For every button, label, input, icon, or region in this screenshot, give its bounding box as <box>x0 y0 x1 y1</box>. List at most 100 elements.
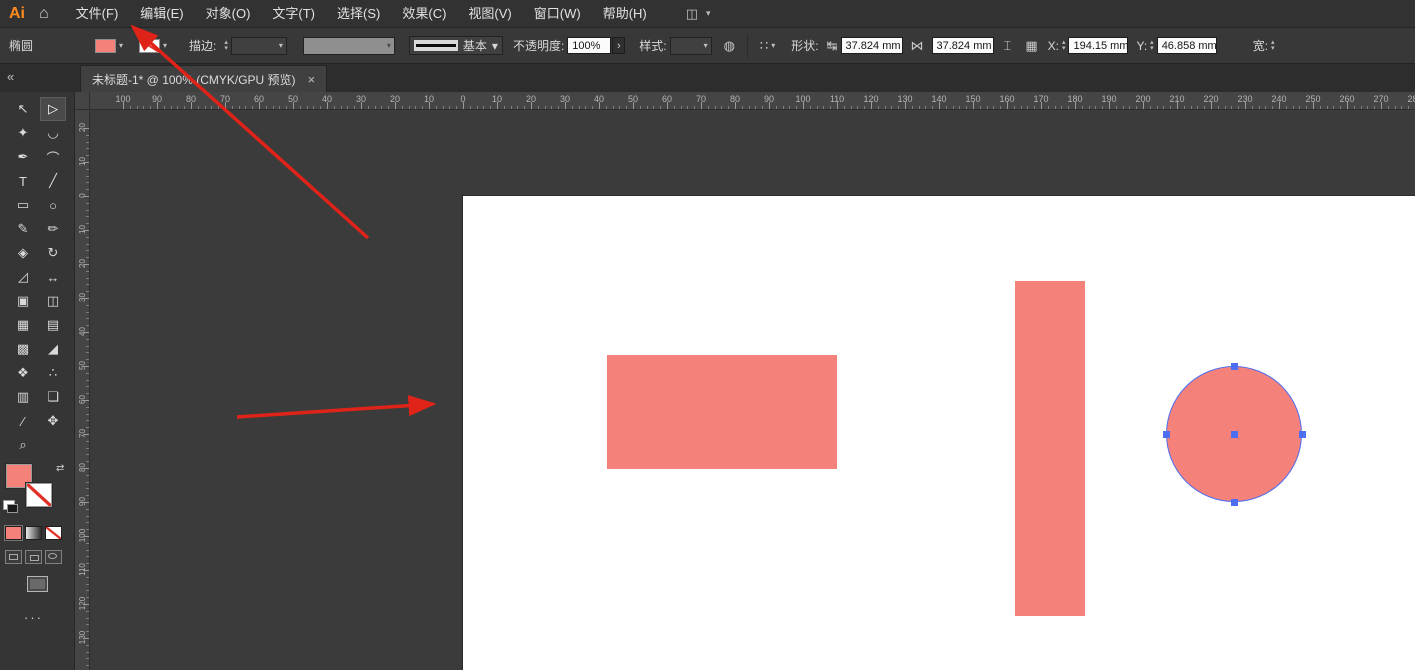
rectangle-tool[interactable]: ▭ <box>11 194 35 216</box>
artboard[interactable] <box>463 196 1415 670</box>
menu-item[interactable]: 效果(C) <box>391 0 457 28</box>
workspace-switcher[interactable]: ◫ ▾ <box>686 6 711 22</box>
opacity-label: 不透明度: <box>513 37 564 54</box>
chevron-down-icon: ▾ <box>771 41 775 50</box>
mesh-tool[interactable]: ▤ <box>41 314 65 336</box>
stroke-caret-icon[interactable]: ▾ <box>163 41 167 50</box>
selection-tool[interactable]: ↖ <box>11 98 35 120</box>
shape-height-field[interactable]: 37.824 mm <box>932 37 994 54</box>
home-icon[interactable]: ⌂ <box>39 5 49 23</box>
color-button[interactable] <box>5 526 22 540</box>
stroke-style-value: 基本 <box>463 37 487 54</box>
rotate-tool[interactable]: ↻ <box>41 242 65 264</box>
perspective-grid-tool[interactable]: ▦ <box>11 314 35 336</box>
menu-item[interactable]: 编辑(E) <box>129 0 194 28</box>
line-segment-tool[interactable]: ╱ <box>41 170 65 192</box>
artboard-tool[interactable]: ❏ <box>41 386 65 408</box>
slice-tool[interactable]: ∕ <box>11 410 35 432</box>
menu-item[interactable]: 视图(V) <box>457 0 522 28</box>
document-tab[interactable]: 未标题-1* @ 100% (CMYK/GPU 预览) × <box>80 65 327 92</box>
menu-item[interactable]: 文件(F) <box>65 0 130 28</box>
recolor-artwork-icon[interactable]: ◍ <box>724 38 735 54</box>
vertical-rectangle-shape[interactable] <box>1015 281 1085 616</box>
draw-normal-icon[interactable] <box>5 550 22 564</box>
hand-tool[interactable]: ✥ <box>41 410 65 432</box>
tab-close-icon[interactable]: × <box>308 72 316 87</box>
shape-width-icon: ↹ <box>827 38 838 54</box>
horizontal-ruler[interactable]: 1009080706050403020100102030405060708090… <box>75 92 1415 110</box>
pencil-tool[interactable]: ✏ <box>41 218 65 240</box>
screen-mode-button[interactable] <box>27 576 48 592</box>
menu-item[interactable]: 窗口(W) <box>523 0 592 28</box>
default-fill-stroke-icon[interactable] <box>3 500 15 510</box>
reference-point-grid-icon[interactable]: ▦ <box>1025 38 1037 54</box>
fill-caret-icon[interactable]: ▾ <box>119 41 123 50</box>
pen-tool[interactable]: ✒ <box>11 146 35 168</box>
direct-selection-tool[interactable]: ▷ <box>41 98 65 120</box>
zoom-tool[interactable]: ⌕ <box>11 434 35 456</box>
ellipse-tool[interactable]: ○ <box>41 194 65 216</box>
width-stepper[interactable]: ▴▾ <box>1271 40 1275 52</box>
y-label: Y: <box>1136 39 1147 53</box>
vertical-ruler[interactable]: 20100102030405060708090100110120130 <box>75 110 90 670</box>
swap-fill-stroke-icon[interactable]: ⇄ <box>56 463 64 474</box>
align-options-icon[interactable]: ∷ <box>760 38 768 54</box>
brush-definition-dropdown[interactable]: ▾ <box>303 37 395 55</box>
y-stepper[interactable]: ▴▾ <box>1150 40 1154 52</box>
eraser-tool[interactable]: ◈ <box>11 242 35 264</box>
paintbrush-tool[interactable]: ✎ <box>11 218 35 240</box>
stroke-swatch[interactable] <box>26 483 52 507</box>
selection-handle[interactable] <box>1299 431 1306 438</box>
chevron-down-icon: ▾ <box>387 41 391 50</box>
type-tool[interactable]: T <box>11 170 35 192</box>
menu-item[interactable]: 对象(O) <box>195 0 262 28</box>
selection-handle[interactable] <box>1231 431 1238 438</box>
width-tool[interactable]: ↔ <box>41 266 65 288</box>
x-stepper[interactable]: ▴▾ <box>1062 40 1066 52</box>
x-field[interactable]: 194.15 mm <box>1068 37 1128 54</box>
ruler-corner <box>75 92 90 110</box>
rectangle-shape[interactable] <box>607 355 837 469</box>
canvas-pasteboard[interactable] <box>90 110 1415 670</box>
link-dimensions-icon[interactable]: ⋈ <box>911 38 924 54</box>
y-field[interactable]: 46.858 mm <box>1157 37 1217 54</box>
shape-builder-tool[interactable]: ◫ <box>41 290 65 312</box>
free-transform-tool[interactable]: ▣ <box>11 290 35 312</box>
gradient-tool[interactable]: ▩ <box>11 338 35 360</box>
selection-handle[interactable] <box>1163 431 1170 438</box>
ruler-label: 280 <box>1407 94 1415 104</box>
scale-tool[interactable]: ◿ <box>11 266 35 288</box>
tools-panel: ↖ ▷ ✦ ◡ ✒ ⌒ T ╱ ▭ ○ ✎ ✏ ◈ ↻ ◿ ↔ ▣ ◫ ▦ ▤ ▩ ◢ ❖ ∴ ▥ ❏ ∕ ✥ ⌕ ⇄ ··· <box>0 92 75 670</box>
collapse-panel-icon[interactable]: « <box>7 69 14 84</box>
selection-handle[interactable] <box>1231 363 1238 370</box>
menu-item[interactable]: 选择(S) <box>326 0 391 28</box>
stroke-width-dropdown[interactable]: ▾ <box>231 37 287 55</box>
blend-tool[interactable]: ❖ <box>11 362 35 384</box>
menu-item[interactable]: 文字(T) <box>261 0 326 28</box>
draw-behind-icon[interactable] <box>25 550 42 564</box>
drawing-mode-buttons <box>5 550 62 564</box>
magic-wand-tool[interactable]: ✦ <box>11 122 35 144</box>
menu-item[interactable]: 帮助(H) <box>592 0 658 28</box>
shape-width-field[interactable]: 37.824 mm <box>841 37 903 54</box>
draw-inside-icon[interactable] <box>45 550 62 564</box>
opacity-panel-button[interactable]: › <box>612 37 625 54</box>
lasso-tool[interactable]: ◡ <box>41 122 65 144</box>
eyedropper-tool[interactable]: ◢ <box>41 338 65 360</box>
column-graph-tool[interactable]: ▥ <box>11 386 35 408</box>
stroke-color-swatch[interactable] <box>139 39 160 53</box>
opacity-field[interactable]: 100% <box>567 37 611 54</box>
fill-color-swatch[interactable] <box>95 39 116 53</box>
gradient-button[interactable] <box>25 526 42 540</box>
stroke-label: 描边: <box>189 37 216 54</box>
stroke-width-stepper[interactable]: ▴▾ <box>224 40 228 52</box>
stroke-style-dropdown[interactable]: 基本 ▾ <box>409 36 503 55</box>
symbol-sprayer-tool[interactable]: ∴ <box>41 362 65 384</box>
curvature-tool[interactable]: ⌒ <box>41 146 65 168</box>
none-button[interactable] <box>45 526 62 540</box>
toolbar-more-icon[interactable]: ··· <box>24 610 43 625</box>
chevron-down-icon: ▾ <box>704 41 708 50</box>
graphic-style-dropdown[interactable]: ▾ <box>670 37 712 55</box>
selection-handle[interactable] <box>1231 499 1238 506</box>
chevron-down-icon: ▾ <box>492 39 498 53</box>
